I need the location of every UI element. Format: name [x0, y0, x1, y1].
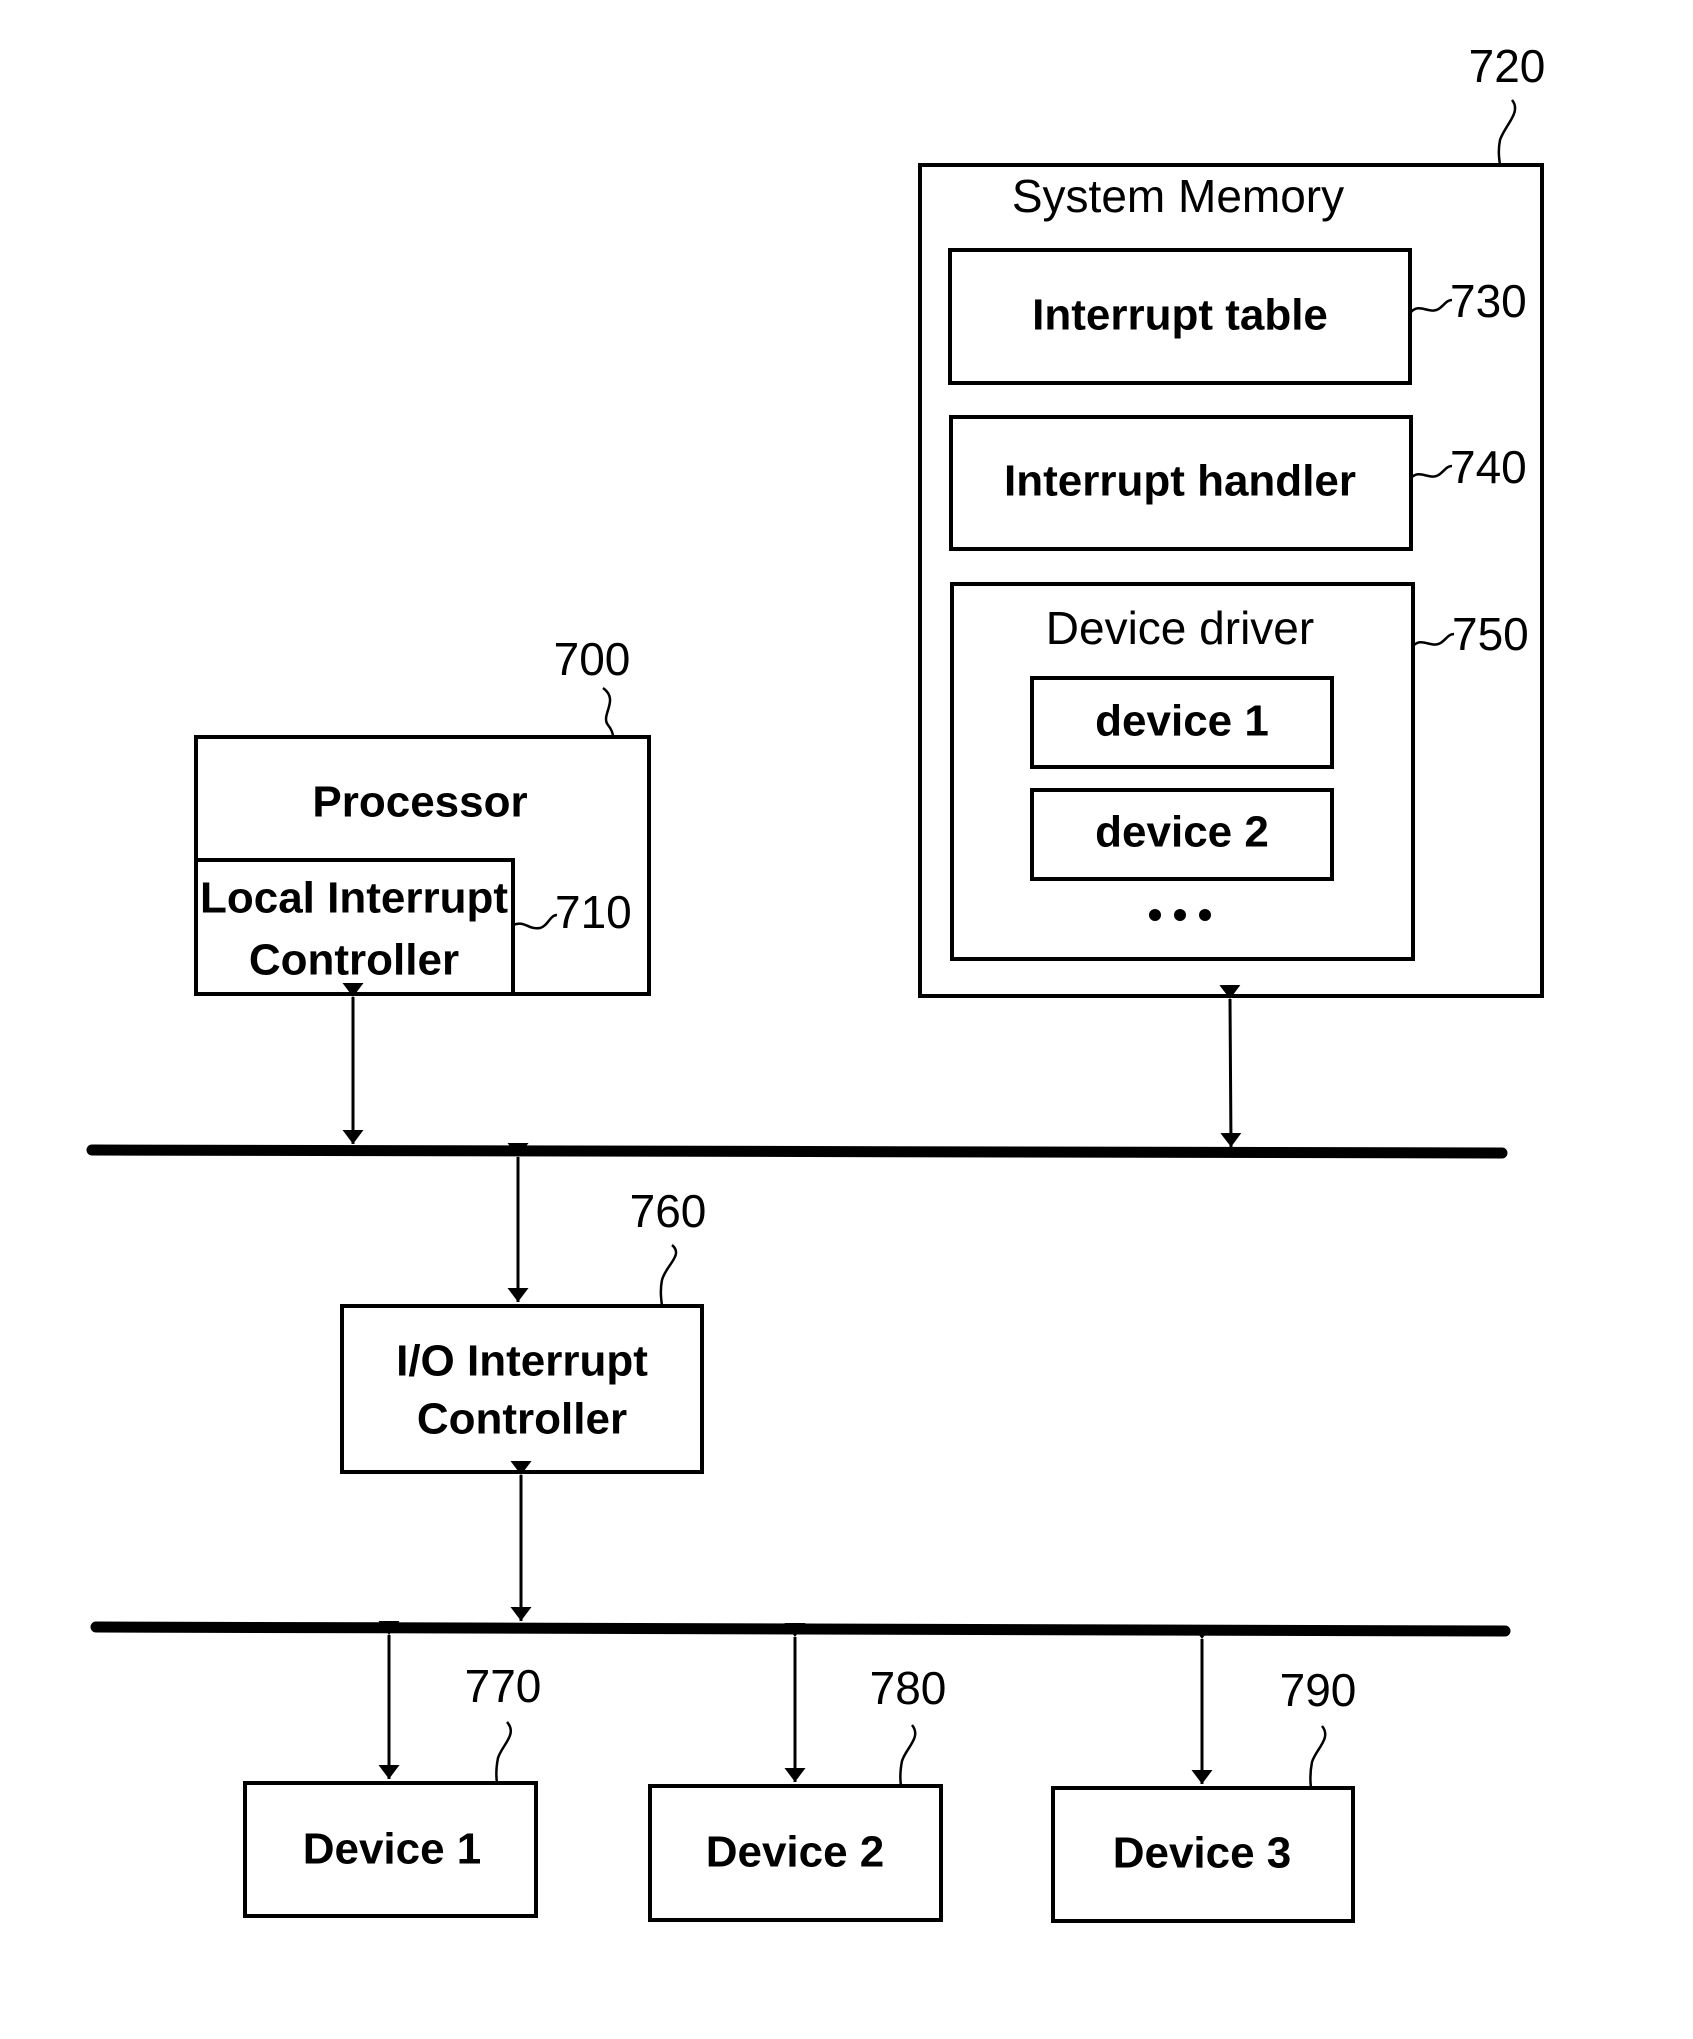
device-driver-entry-1: device 1	[1095, 697, 1269, 746]
io-interrupt-controller-label-line2: Controller	[417, 1395, 627, 1444]
device-3-label: Device 3	[1113, 1829, 1292, 1878]
io-interrupt-controller-block: I/O Interrupt Controller 760	[340, 1185, 707, 1474]
device-driver-label: Device driver	[1046, 602, 1314, 654]
ellipsis-icon	[1149, 909, 1211, 921]
ref-730: 730	[1450, 275, 1527, 327]
ref-720: 720	[1469, 40, 1546, 92]
arrow-memory-bus	[1219, 984, 1242, 1148]
local-interrupt-controller-label-line2: Controller	[249, 936, 459, 985]
interrupt-architecture-diagram: Processor Local Interrupt Controller 700…	[86, 40, 1546, 1923]
io-interrupt-controller-box	[340, 1304, 704, 1474]
ref-790: 790	[1280, 1664, 1357, 1716]
device-driver-entry-2: device 2	[1095, 808, 1269, 857]
system-memory-block: System Memory 720 Interrupt table 730 In…	[918, 40, 1546, 998]
ref-780: 780	[870, 1662, 947, 1714]
ref-770: 770	[465, 1660, 542, 1712]
ref-700: 700	[554, 633, 631, 685]
interrupt-table-label: Interrupt table	[1032, 291, 1328, 340]
ref-760-leader	[659, 1244, 678, 1307]
device-3-block: Device 3 790	[1051, 1625, 1357, 1923]
interrupt-handler-label: Interrupt handler	[1004, 457, 1356, 506]
device-2-block: Device 2 780	[648, 1623, 947, 1922]
device-1-label: Device 1	[303, 1825, 482, 1874]
ref-750: 750	[1452, 608, 1529, 660]
ref-770-leader	[495, 1721, 513, 1784]
ref-740: 740	[1450, 441, 1527, 493]
ref-710: 710	[555, 886, 632, 938]
processor-block: Processor Local Interrupt Controller 700…	[194, 633, 651, 996]
ref-700-leader	[602, 686, 615, 738]
io-interrupt-controller-label-line1: I/O Interrupt	[396, 1337, 648, 1386]
local-interrupt-controller-label-line1: Local Interrupt	[200, 874, 508, 923]
io-bus	[90, 1621, 1511, 1637]
ref-760: 760	[630, 1185, 707, 1237]
system-memory-label: System Memory	[1012, 170, 1344, 222]
ref-720-leader	[1497, 99, 1517, 166]
system-bus	[86, 1144, 1508, 1159]
device-1-block: Device 1 770	[243, 1621, 542, 1918]
ref-780-leader	[899, 1724, 917, 1787]
ref-790-leader	[1309, 1725, 1327, 1789]
device-2-label: Device 2	[706, 1828, 885, 1877]
processor-label: Processor	[312, 778, 527, 827]
